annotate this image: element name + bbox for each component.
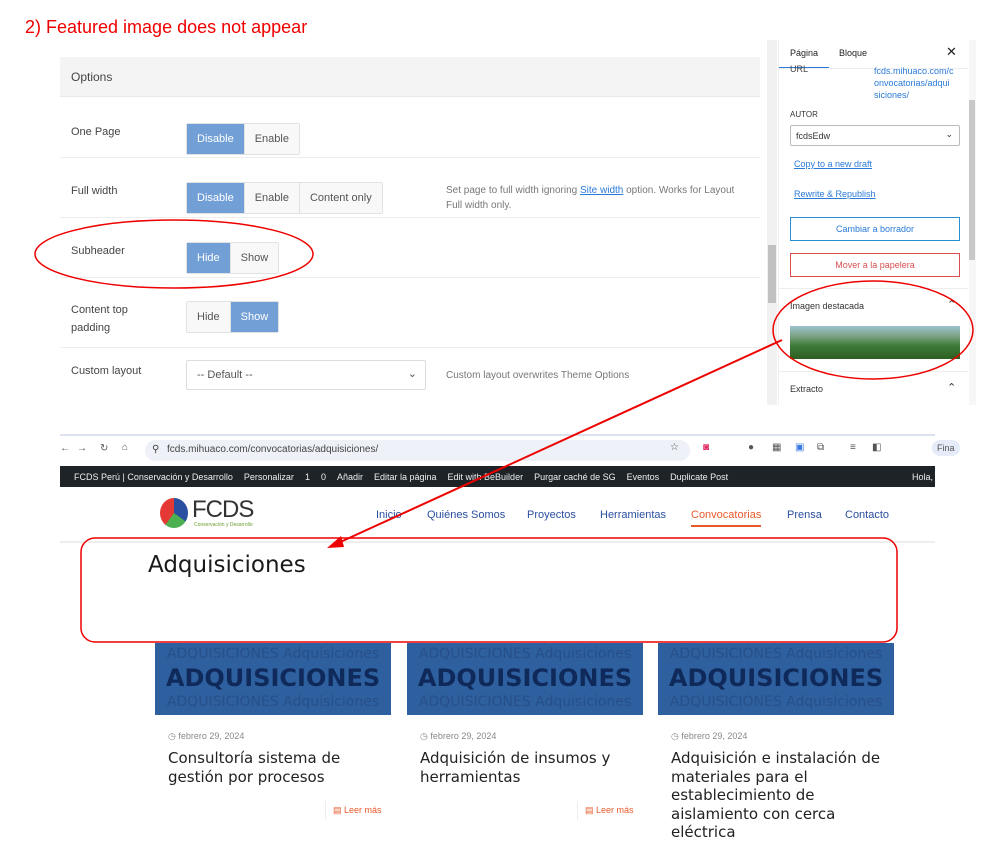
subheader-highlight-ellipse xyxy=(34,219,314,289)
missing-image-highlight-box xyxy=(80,537,898,643)
featured-image-highlight-ellipse xyxy=(772,280,974,380)
annotation-arrow xyxy=(335,339,783,545)
annotation-overlay xyxy=(34,219,974,643)
